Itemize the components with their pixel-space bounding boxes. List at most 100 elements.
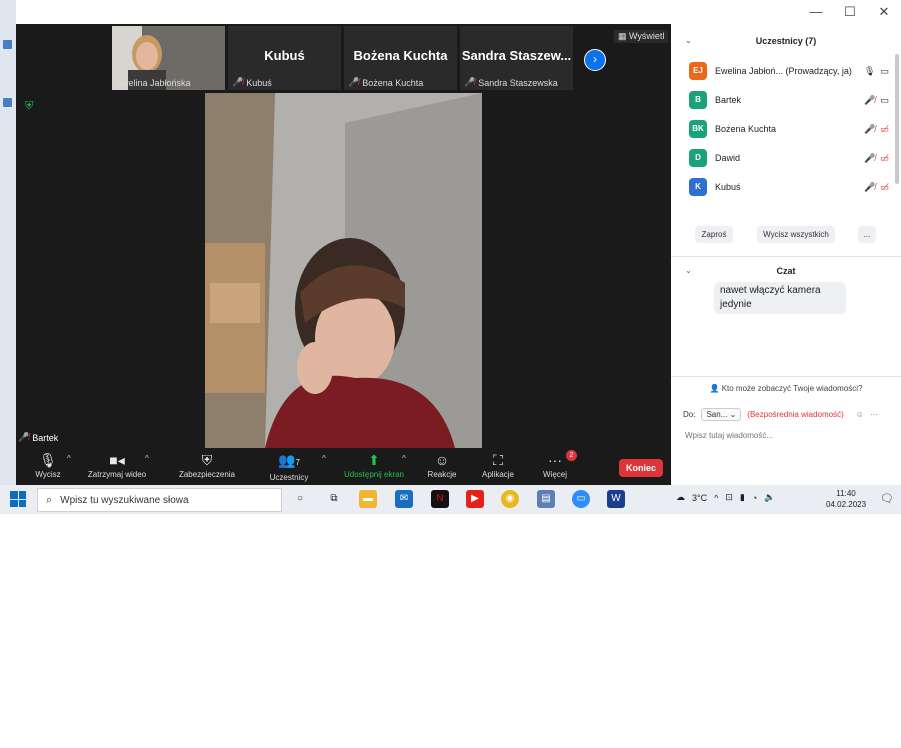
video-camera-icon: ■◂ <box>109 452 125 468</box>
recipient-row: Do: San... ⌄ (Bezpośrednia wiadomość) ☺ … <box>683 408 878 421</box>
share-label: Udostępnij ekran <box>343 470 405 479</box>
thumbnail-tile[interactable]: Kubuś 🎤̸ Kubuś <box>228 26 341 90</box>
weather-icon: ☁ <box>676 492 685 502</box>
who-can-see-link[interactable]: 👤 Kto może zobaczyć Twoje wiadomości? <box>671 384 901 393</box>
participant-name: Ewelina Jabłońska <box>116 78 191 88</box>
volume-icon[interactable]: 🔈 <box>764 492 775 503</box>
thumbnail-tile[interactable]: Bożena Kuchta 🎤̸ Bożena Kuchta <box>344 26 457 90</box>
maximize-button[interactable]: ☐ <box>833 0 867 24</box>
close-button[interactable]: ✕ <box>867 0 901 24</box>
participant-name: Dawid <box>715 153 741 163</box>
microphone-icon: 🎙 <box>864 65 876 76</box>
video-frame <box>205 93 482 448</box>
clock-time: 11:40 <box>836 489 856 498</box>
participants-title: Uczestnicy (7) <box>755 36 817 46</box>
thumbnail-tile[interactable]: Ewelina Jabłońska <box>112 26 225 90</box>
participant-name-large: Bożena Kuchta <box>353 48 448 63</box>
participants-count: 7 <box>295 458 300 467</box>
mute-button[interactable]: 🎙 Wycisz <box>30 450 66 479</box>
participants-icon: 👥7 <box>278 452 300 468</box>
active-speaker-video <box>205 93 482 448</box>
more-label: Więcej <box>542 470 567 479</box>
security-button[interactable]: ⛨ Zabezpieczenia <box>172 450 242 479</box>
chevron-up-icon[interactable]: ^ <box>714 493 718 503</box>
chevron-up-icon[interactable]: ^ <box>145 454 149 463</box>
mute-all-button[interactable]: Wycisz wszystkich <box>757 226 835 243</box>
task-view-icon[interactable]: ⧉ <box>325 490 343 508</box>
avatar: EJ <box>689 62 707 80</box>
avatar: D <box>689 149 707 167</box>
to-label: Do: <box>683 410 696 419</box>
chevron-up-icon[interactable]: ^ <box>67 454 71 463</box>
participant-row[interactable]: K Kubuś 🎤̸ ▭̸ <box>689 177 889 197</box>
invite-button[interactable]: Zaproś <box>695 226 733 243</box>
mic-muted-icon: 🎤̸ <box>864 181 876 192</box>
apps-button[interactable]: ⛶ Aplikacje <box>475 450 521 479</box>
chevron-up-icon[interactable]: ^ <box>322 454 326 463</box>
mail-icon[interactable]: ✉ <box>395 490 413 508</box>
participant-name-large: Sandra Staszew... <box>461 48 572 63</box>
system-tray: ☁ 3°C ^ ⊡ ▮ ◔ 🔈 <box>676 492 776 503</box>
mic-muted-icon: 🎤̸ <box>864 123 876 134</box>
thumbnail-tile[interactable]: Sandra Staszew... 🎤̸ Sandra Staszewska <box>460 26 573 90</box>
background-icon <box>3 40 12 49</box>
next-page-arrow-icon[interactable]: › <box>584 49 606 71</box>
participant-name: Kubuś <box>715 182 741 192</box>
speaker-label: 🎤̸ Bartek <box>18 432 58 443</box>
mute-label: Wycisz <box>35 470 61 479</box>
participant-row[interactable]: EJ Ewelina Jabłoń... (Prowadzący, ja) 🎙 ▭ <box>689 61 889 81</box>
cortana-icon[interactable]: ○ <box>291 490 309 508</box>
mic-muted-icon: 🎤̸ <box>18 432 30 442</box>
clock[interactable]: 11:40 04.02.2023 <box>826 488 866 510</box>
chevron-up-icon[interactable]: ^ <box>402 454 406 463</box>
search-placeholder: Wpisz tu wyszukiwane słowa <box>60 494 189 506</box>
zoom-icon[interactable]: ▭ <box>572 490 590 508</box>
mic-muted-icon: 🎤̸ <box>864 152 876 163</box>
mic-muted-icon: 🎤̸ <box>864 94 876 105</box>
participant-status: 🎤̸ ▭̸ <box>864 124 889 135</box>
youtube-icon[interactable]: ▶ <box>466 490 484 508</box>
divider <box>671 376 901 377</box>
participant-row[interactable]: B Bartek 🎤̸ ▭ <box>689 90 889 110</box>
title-bar: — ☐ ✕ <box>16 0 901 24</box>
recipient-dropdown[interactable]: San... ⌄ <box>701 408 742 421</box>
participant-name-large: Kubuś <box>264 48 305 63</box>
end-meeting-button[interactable]: Koniec <box>619 459 663 477</box>
netflix-icon[interactable]: N <box>431 490 449 508</box>
chat-title: Czat <box>776 266 796 276</box>
minimize-button[interactable]: — <box>799 0 833 24</box>
participants-scrollbar[interactable] <box>895 54 899 184</box>
divider <box>671 256 901 257</box>
notification-center-icon[interactable]: 🗨 <box>880 492 894 505</box>
stop-video-button[interactable]: ■◂ Zatrzymaj wideo <box>82 450 152 479</box>
avatar: BK <box>689 120 707 138</box>
view-button[interactable]: ▦ Wyświetl <box>614 30 669 43</box>
wifi-icon[interactable]: ◔ <box>752 493 757 503</box>
file-explorer-icon[interactable]: ▬ <box>359 490 377 508</box>
chat-input[interactable] <box>683 430 887 441</box>
chrome-icon[interactable]: ◉ <box>501 490 519 508</box>
participant-row[interactable]: BK Bożena Kuchta 🎤̸ ▭̸ <box>689 119 889 139</box>
network-icon[interactable]: ⊡ <box>725 492 733 503</box>
video-camera-icon: ▭ <box>880 65 889 76</box>
speaker-name: Bartek <box>32 432 59 443</box>
participants-more-button[interactable]: ... <box>858 226 876 243</box>
taskbar-search[interactable]: ⌕ Wpisz tu wyszukiwane słowa <box>37 488 282 512</box>
participants-label: Uczestnicy <box>269 473 309 482</box>
microphone-icon: 🎙 <box>39 452 57 468</box>
emoji-icon[interactable]: ☺ <box>856 410 864 419</box>
security-shield-icon[interactable]: ⛨ <box>25 100 33 113</box>
participants-button[interactable]: 👥7 Uczestnicy <box>264 450 314 482</box>
more-dots-icon[interactable]: ··· <box>870 410 878 419</box>
app-icon[interactable]: ▤ <box>537 490 555 508</box>
battery-icon[interactable]: ▮ <box>740 492 745 503</box>
participant-name: Ewelina Jabłoń... (Prowadzący, ja) <box>715 66 852 76</box>
video-off-icon: ▭̸ <box>880 152 889 163</box>
windows-start-icon[interactable] <box>10 491 26 507</box>
participant-row[interactable]: D Dawid 🎤̸ ▭̸ <box>689 148 889 168</box>
thumbnail-label: 🎤̸ Sandra Staszewska <box>464 77 558 88</box>
share-screen-button[interactable]: ⬆ Udostępnij ekran <box>338 450 410 479</box>
word-icon[interactable]: W <box>607 490 625 508</box>
avatar: K <box>689 178 707 196</box>
reactions-button[interactable]: ☺ Reakcje <box>422 450 462 479</box>
